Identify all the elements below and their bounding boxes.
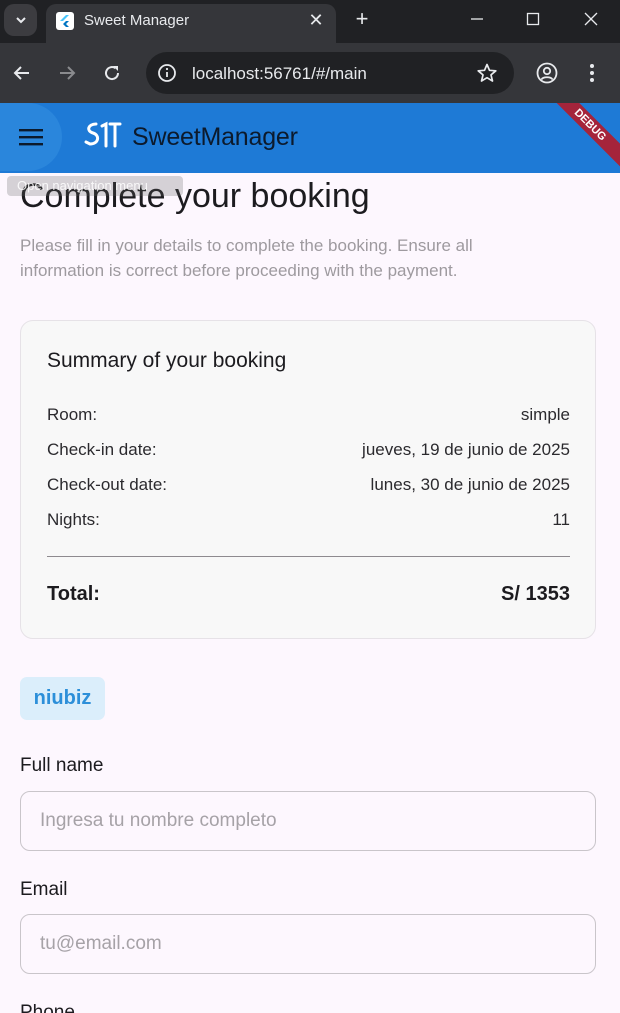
flutter-favicon-icon: [56, 12, 74, 30]
minimize-icon[interactable]: [462, 6, 492, 32]
address-bar[interactable]: localhost:56761/#/main: [146, 52, 514, 94]
summary-label: Nights:: [47, 510, 100, 529]
summary-total-row: Total: S/ 1353: [47, 583, 570, 609]
phone-label: Phone: [20, 1002, 75, 1013]
hamburger-menu-icon: [19, 129, 43, 146]
browser-toolbar: localhost:56761/#/main: [0, 43, 620, 103]
browser-tabbar: Sweet Manager ✕ +: [0, 0, 620, 43]
navigation-menu-button[interactable]: [0, 103, 62, 171]
profile-icon[interactable]: [533, 59, 561, 87]
tab-title: Sweet Manager: [84, 12, 190, 29]
tab-search-button[interactable]: [4, 4, 37, 36]
full-name-input[interactable]: [20, 791, 596, 851]
summary-value: lunes, 30 de junio de 2025: [370, 475, 570, 494]
summary-title: Summary of your booking: [47, 349, 287, 372]
more-icon[interactable]: [578, 59, 606, 87]
summary-value: jueves, 19 de junio de 2025: [362, 440, 570, 459]
email-input[interactable]: [20, 914, 596, 974]
summary-label: Check-out date:: [47, 475, 168, 494]
summary-row-check-out: Check-out date: lunes, 30 de junio de 20…: [47, 475, 570, 499]
url-text[interactable]: localhost:56761/#/main: [192, 64, 367, 84]
email-label: Email: [20, 879, 68, 900]
back-icon[interactable]: [8, 59, 36, 87]
app-bar: SweetManager DEBUG: [0, 103, 620, 173]
summary-row-check-in: Check-in date: jueves, 19 de junio de 20…: [47, 440, 570, 464]
app-title: SweetManager: [132, 123, 298, 151]
menu-tooltip: Open navigation menu: [7, 176, 183, 196]
close-icon[interactable]: ✕: [306, 10, 326, 31]
summary-value: simple: [520, 405, 570, 424]
summary-divider: [47, 556, 570, 557]
plus-icon[interactable]: +: [351, 6, 373, 32]
info-icon[interactable]: [156, 62, 178, 84]
sweetmanager-logo-icon: [84, 121, 122, 148]
total-label: Total:: [47, 583, 100, 605]
booking-summary-card: Summary of your booking Room: simple Che…: [20, 320, 596, 639]
summary-value: 11: [552, 510, 570, 529]
full-name-label: Full name: [20, 755, 104, 776]
summary-label: Room:: [47, 405, 98, 424]
debug-banner: DEBUG: [541, 103, 620, 173]
summary-label: Check-in date:: [47, 440, 157, 459]
summary-row-nights: Nights: 11: [47, 510, 570, 534]
reload-icon[interactable]: [98, 59, 126, 87]
chevron-down-icon: [15, 17, 26, 24]
maximize-icon[interactable]: [518, 6, 548, 32]
browser-tab[interactable]: Sweet Manager ✕: [46, 4, 336, 43]
page-description: Please fill in your details to complete …: [20, 236, 473, 280]
window-close-icon[interactable]: [576, 6, 606, 32]
total-value: S/ 1353: [501, 583, 570, 605]
forward-icon[interactable]: [53, 59, 81, 87]
niubiz-payment-badge[interactable]: niubiz: [20, 677, 105, 720]
summary-row-room: Room: simple: [47, 405, 570, 429]
star-icon[interactable]: [476, 62, 498, 84]
